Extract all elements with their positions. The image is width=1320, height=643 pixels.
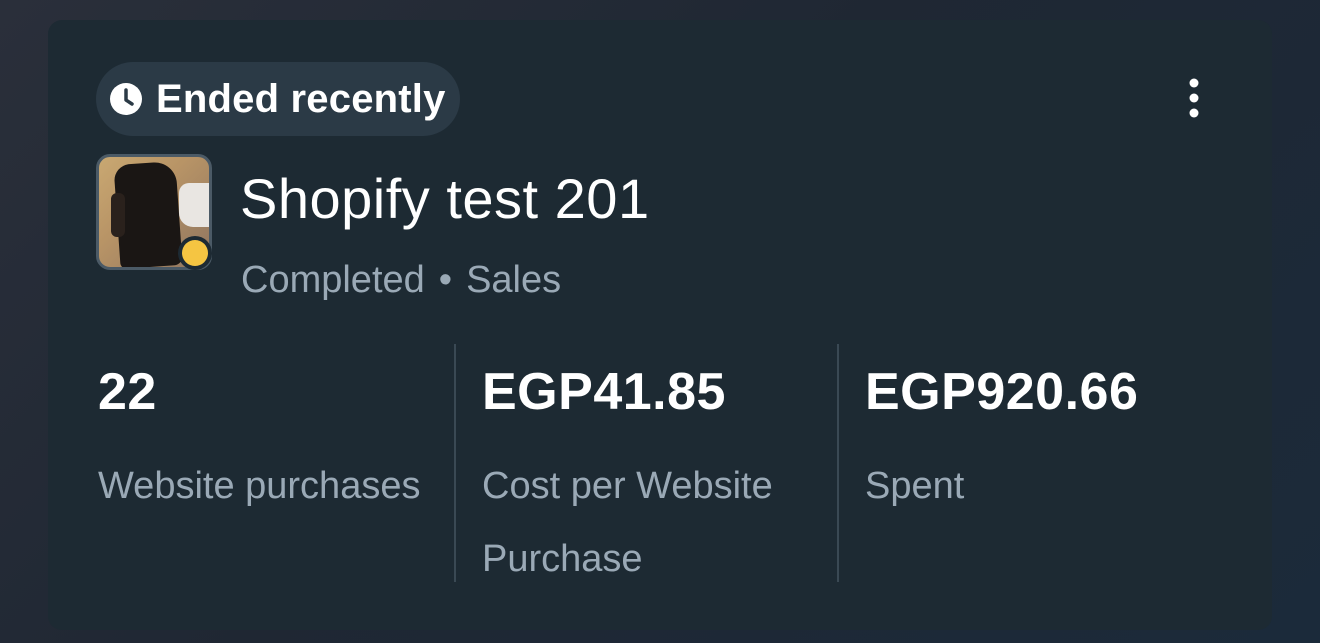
more-options-button[interactable] — [1172, 76, 1216, 124]
metric-value: EGP41.85 — [482, 363, 726, 421]
clock-icon — [108, 81, 144, 117]
status-label: Ended recently — [156, 77, 446, 121]
metric-divider — [837, 344, 839, 582]
metric-divider — [454, 344, 456, 582]
campaign-objective: Sales — [466, 259, 562, 301]
campaign-meta: Completed • Sales — [241, 259, 562, 302]
status-dot — [178, 236, 212, 270]
status-pill: Ended recently — [96, 62, 460, 136]
vertical-ellipsis-icon — [1188, 78, 1200, 123]
metric-value: 22 — [98, 363, 157, 421]
meta-separator: • — [438, 259, 453, 301]
campaign-title[interactable]: Shopify test 201 — [240, 168, 650, 230]
campaign-thumbnail[interactable] — [96, 154, 218, 276]
metric-caption: Spent — [865, 465, 965, 507]
metric-value: EGP920.66 — [865, 363, 1139, 421]
campaign-card[interactable]: Ended recently Shopify test 201 Complete… — [48, 20, 1272, 630]
campaign-state: Completed — [241, 259, 425, 301]
metric-caption: Website purchases — [98, 465, 421, 507]
metric-caption: Cost per Website Purchase — [482, 465, 773, 580]
metrics-row: 22 Website purchases EGP41.85 Cost per W… — [96, 342, 1226, 582]
